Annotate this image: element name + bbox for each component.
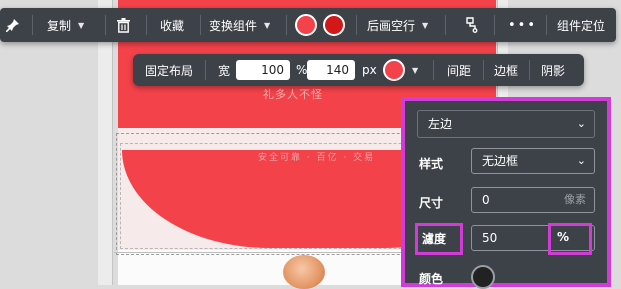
blank-line-label: 后画空行 <box>367 18 416 33</box>
trash-icon <box>117 17 130 33</box>
border-style-select[interactable]: 无边框 ⌄ <box>471 148 595 174</box>
copy-button[interactable]: 复制 ▼ <box>47 8 84 42</box>
width-label: 宽 <box>218 63 231 78</box>
shadow-label: 阴影 <box>541 63 566 78</box>
toolbar-separator <box>356 15 357 35</box>
layout-color-swatch[interactable]: ▼ <box>383 54 418 86</box>
canvas-left-gutter <box>98 0 113 285</box>
toolbar-separator <box>529 60 530 80</box>
toolbar-separator <box>445 15 446 35</box>
border-label: 边框 <box>494 63 519 78</box>
color-label: 颜色 <box>419 272 444 286</box>
degree-unit-select[interactable]: % <box>557 230 569 244</box>
toolbar-separator <box>200 15 201 35</box>
pin-icon <box>6 19 19 32</box>
style-label: 样式 <box>419 157 444 171</box>
degree-unit-label: % <box>557 230 570 244</box>
component-toolbar: 复制 ▼ 收藏 变换组件 ▼ 后画空行 ▼ ••• 组件定位 <box>0 8 616 42</box>
toolbar-separator <box>32 15 33 35</box>
border-style-value: 无边框 <box>482 154 519 168</box>
banner-subtitle: 礼多人不怪 <box>263 88 323 101</box>
border-button[interactable]: 边框 <box>494 54 518 86</box>
size-label: 尺寸 <box>419 196 444 210</box>
border-size-input[interactable]: 0 像素 <box>471 187 595 213</box>
spacing-label: 间距 <box>447 63 472 78</box>
width-unit-label: % <box>296 63 308 77</box>
width-input[interactable]: 100 <box>236 60 290 80</box>
toolbar-separator <box>546 15 547 35</box>
border-side-select[interactable]: 左边 ⌄ <box>417 110 595 138</box>
border-settings-panel: 左边 ⌄ 样式 无边框 ⌄ 尺寸 0 像素 濾度 50 % 颜色 <box>401 97 611 289</box>
degree-unit-highlight <box>548 223 592 255</box>
primary-color-dot <box>295 14 317 36</box>
chevron-down-icon: ⌄ <box>576 117 586 130</box>
format-painter-button[interactable] <box>465 8 479 42</box>
height-input[interactable]: 140 <box>307 60 355 80</box>
swap-label: 变换组件 <box>209 18 258 33</box>
layout-color-dot <box>383 59 405 81</box>
swap-component-button[interactable]: 变换组件 ▼ <box>209 8 270 42</box>
layout-mode-label: 固定布局 <box>145 63 194 78</box>
shadow-button[interactable]: 阴影 <box>541 54 565 86</box>
border-size-unit: 像素 <box>564 193 586 206</box>
secondary-color-swatch[interactable] <box>323 8 345 42</box>
more-icon: ••• <box>508 17 538 33</box>
format-painter-icon <box>466 17 478 33</box>
toolbar-separator <box>286 15 287 35</box>
border-color-swatch[interactable] <box>471 265 495 289</box>
chevron-down-icon: ⌄ <box>576 154 586 167</box>
spacing-button[interactable]: 间距 <box>447 54 471 86</box>
secondary-color-dot <box>323 14 345 36</box>
collect-button[interactable]: 收藏 <box>160 8 184 42</box>
coin-image <box>283 255 325 289</box>
delete-button[interactable] <box>117 8 130 42</box>
primary-color-swatch[interactable] <box>295 8 317 42</box>
locate-component-button[interactable]: 组件定位 <box>557 8 605 42</box>
border-size-value: 0 <box>482 193 490 207</box>
locate-label: 组件定位 <box>557 18 606 33</box>
toolbar-separator <box>205 60 206 80</box>
toolbar-separator <box>146 15 147 35</box>
layout-mode-button[interactable]: 固定布局 <box>145 54 193 86</box>
toolbar-separator <box>105 15 106 35</box>
layout-toolbar: 固定布局 宽 100 % ▼ 140 px ▼ 间距 边框 阴影 <box>133 54 584 86</box>
chevron-down-icon: ▼ <box>78 20 85 30</box>
chevron-down-icon: ▼ <box>412 65 419 75</box>
degree-value: 50 <box>482 231 498 245</box>
height-unit-label: px <box>362 63 377 77</box>
more-button[interactable]: ••• <box>508 8 537 42</box>
chevron-down-icon: ▼ <box>422 20 429 30</box>
border-side-value: 左边 <box>428 117 453 131</box>
toolbar-separator <box>494 15 495 35</box>
chevron-down-icon: ▼ <box>264 20 271 30</box>
blank-line-button[interactable]: 后画空行 ▼ <box>367 8 428 42</box>
degree-label: 濾度 <box>422 232 447 246</box>
toolbar-separator <box>433 60 434 80</box>
toolbar-separator <box>483 60 484 80</box>
pin-button[interactable] <box>6 8 20 42</box>
collect-label: 收藏 <box>160 18 185 33</box>
copy-label: 复制 <box>47 18 72 33</box>
